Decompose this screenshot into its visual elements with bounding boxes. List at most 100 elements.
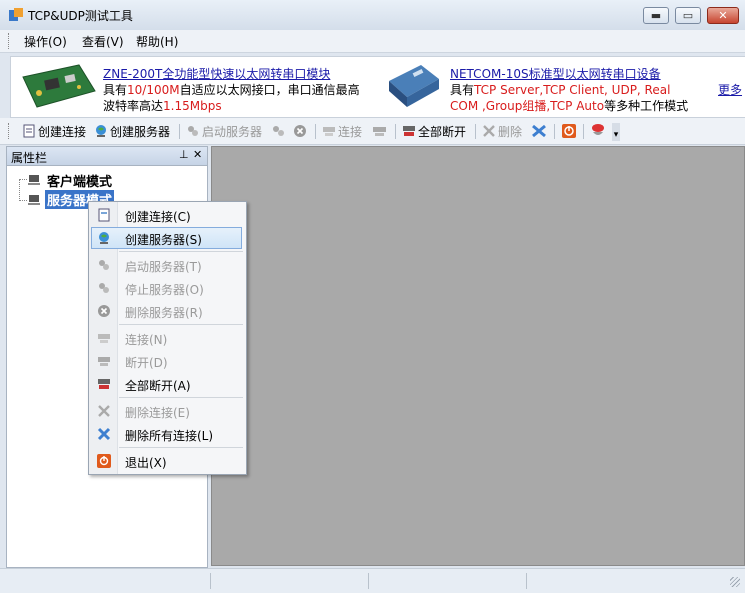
ad1-line3: 波特率高达1.15Mbps xyxy=(103,97,222,114)
disconnect-all-button[interactable]: 全部断开 xyxy=(402,123,466,140)
create-connection-label: 创建连接 xyxy=(38,125,87,139)
disconnect-icon[interactable] xyxy=(372,124,388,138)
start-server-button[interactable]: 启动服务器 xyxy=(186,123,262,140)
ad2-line2: 具有TCP Server,TCP Client, UDP, Real xyxy=(450,81,670,98)
delete-server-icon xyxy=(98,305,110,317)
start-server-icon xyxy=(188,126,198,136)
menu-item-disconnect[interactable]: 断开(D) xyxy=(91,350,242,372)
menu-item-connect[interactable]: 连接(N) xyxy=(91,327,242,349)
stop-server-icon[interactable] xyxy=(271,124,287,138)
minimize-button[interactable]: ▬ xyxy=(643,7,669,24)
menu-item-label: 启动服务器(T) xyxy=(125,260,202,274)
disconnect-icon xyxy=(98,357,110,366)
circuit-board-image xyxy=(22,64,96,108)
disconnect-all-icon xyxy=(403,126,415,136)
mdi-workspace[interactable] xyxy=(211,146,745,566)
toolbar-separator xyxy=(583,124,584,139)
connect-button[interactable]: 连接 xyxy=(322,123,362,140)
menu-item-stop-server[interactable]: 停止服务器(O) xyxy=(91,277,242,299)
connect-icon xyxy=(323,127,335,136)
ad1-title-link[interactable]: ZNE-200T全功能型快速以太网转串口模块 xyxy=(103,65,330,82)
help-icon[interactable] xyxy=(590,122,606,140)
menu-item-start-server[interactable]: 启动服务器(T) xyxy=(91,254,242,276)
menu-separator xyxy=(119,324,243,325)
toolbar-grip xyxy=(8,123,12,139)
menu-item-label: 删除服务器(R) xyxy=(125,306,203,320)
menubar-grip xyxy=(8,33,12,49)
ad2-highlight: TCP Server,TCP Client, UDP, Real xyxy=(474,83,671,97)
delete-server-icon[interactable] xyxy=(293,124,307,138)
toolbar: 创建连接 创建服务器 启动服务器 连接 全部断开 删除 ▾ xyxy=(0,118,745,145)
resize-grip[interactable] xyxy=(730,577,740,587)
ad2-title-link[interactable]: NETCOM-10S标准型以太网转串口设备 xyxy=(450,65,661,82)
start-server-icon xyxy=(99,260,109,270)
close-button[interactable]: ✕ xyxy=(707,7,739,24)
toolbar-separator xyxy=(554,124,555,139)
menu-item-label: 退出(X) xyxy=(125,456,167,470)
panel-title: 属性栏 xyxy=(11,151,48,165)
netcom-device-image xyxy=(389,65,439,107)
computer-icon xyxy=(28,175,40,185)
menu-separator xyxy=(119,251,243,252)
ad2-text: 具有 xyxy=(450,83,475,97)
menu-item-delete-connection[interactable]: 删除连接(E) xyxy=(91,400,242,422)
toolbar-separator xyxy=(179,124,180,139)
ad2-highlight: COM ,Group组播,TCP Auto xyxy=(450,99,605,113)
menu-item-exit[interactable]: 退出(X) xyxy=(91,450,242,472)
ad1-line2: 具有10/100M自适应以太网接口，串口通信最高 xyxy=(103,81,360,98)
ad2-text: 等多种工作模式 xyxy=(604,99,689,113)
exit-icon[interactable] xyxy=(561,123,577,139)
tree-line xyxy=(19,179,27,181)
menu-item-label: 创建连接(C) xyxy=(125,210,191,224)
menu-item-label: 创建服务器(S) xyxy=(125,233,202,247)
menu-item-delete-server[interactable]: 删除服务器(R) xyxy=(91,300,242,322)
menu-item-create-server[interactable]: 创建服务器(S) xyxy=(91,227,242,249)
menu-bar: 操作(O) 查看(V) 帮助(H) xyxy=(0,30,745,53)
status-separator xyxy=(368,573,369,589)
delete-all-icon xyxy=(97,427,111,441)
ad2-line3: COM ,Group组播,TCP Auto等多种工作模式 xyxy=(450,97,688,114)
menu-item-disconnect-all[interactable]: 全部断开(A) xyxy=(91,373,242,395)
ad1-text: 自适应以太网接口，串口通信最高 xyxy=(179,83,360,97)
status-bar xyxy=(0,568,745,593)
globe-server-icon xyxy=(96,125,106,137)
ad1-text: 波特率高达 xyxy=(103,99,164,113)
exit-icon xyxy=(97,454,111,468)
stop-server-icon xyxy=(99,283,109,293)
new-connection-icon xyxy=(23,124,35,138)
menu-view[interactable]: 查看(V) xyxy=(82,33,124,50)
pin-icon[interactable]: ⊥ xyxy=(179,148,189,161)
menu-operate[interactable]: 操作(O) xyxy=(24,33,67,50)
delete-all-icon[interactable] xyxy=(531,123,547,139)
globe-server-icon xyxy=(99,232,109,244)
menu-separator xyxy=(119,447,243,448)
create-server-button[interactable]: 创建服务器 xyxy=(94,123,170,140)
delete-connection-icon xyxy=(98,405,110,417)
computer-icon xyxy=(28,195,40,205)
app-icon xyxy=(9,8,23,21)
menu-item-label: 删除所有连接(L) xyxy=(125,429,214,443)
delete-button[interactable]: 删除 xyxy=(482,123,522,140)
connect-label: 连接 xyxy=(338,125,363,139)
more-link[interactable]: 更多 xyxy=(718,81,742,98)
disconnect-all-label: 全部断开 xyxy=(418,125,467,139)
maximize-button[interactable]: ▭ xyxy=(675,7,701,24)
toolbar-separator xyxy=(395,124,396,139)
toolbar-overflow-chevron[interactable]: ▾ xyxy=(612,123,620,141)
menu-item-label: 停止服务器(O) xyxy=(125,283,204,297)
menu-item-label: 断开(D) xyxy=(125,356,168,370)
status-separator xyxy=(526,573,527,589)
create-server-label: 创建服务器 xyxy=(110,125,171,139)
start-server-label: 启动服务器 xyxy=(202,125,263,139)
create-connection-button[interactable]: 创建连接 xyxy=(22,123,86,140)
menu-item-label: 连接(N) xyxy=(125,333,168,347)
menu-item-create-connection[interactable]: 创建连接(C) xyxy=(91,204,242,226)
panel-close-icon[interactable]: ✕ xyxy=(193,148,202,161)
menu-separator xyxy=(119,397,243,398)
menu-item-delete-all-connections[interactable]: 删除所有连接(L) xyxy=(91,423,242,445)
menu-help[interactable]: 帮助(H) xyxy=(136,33,178,50)
connect-icon xyxy=(98,334,110,343)
status-separator xyxy=(210,573,211,589)
tree-line xyxy=(19,200,27,202)
title-bar: TCP&UDP测试工具 ▬ ▭ ✕ xyxy=(0,0,745,31)
